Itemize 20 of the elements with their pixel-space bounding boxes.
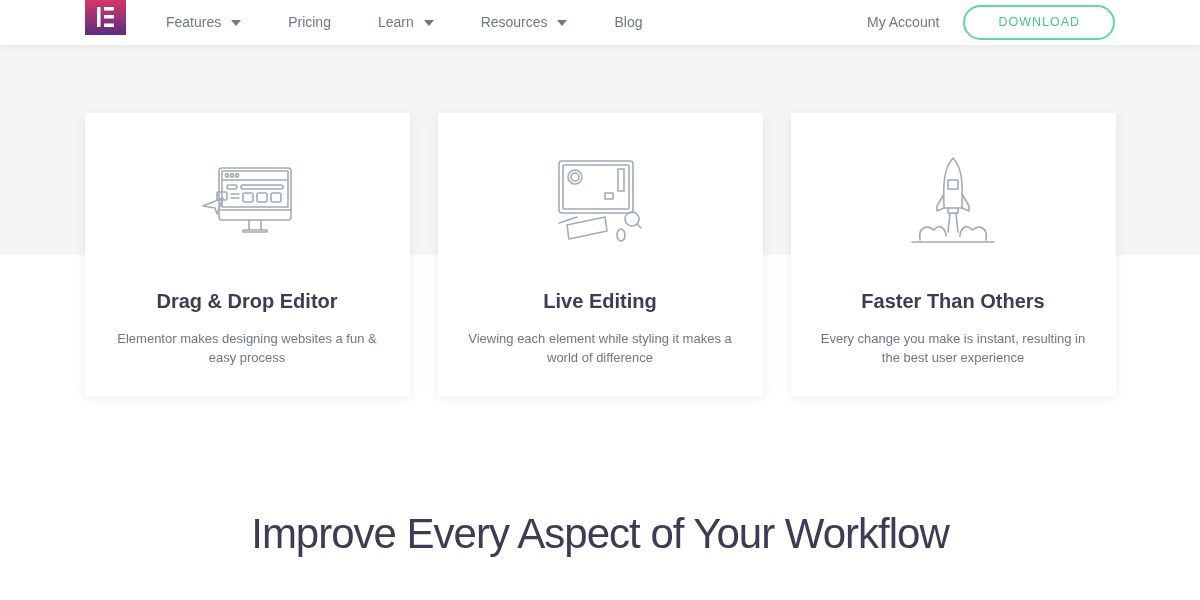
caret-icon xyxy=(231,20,242,27)
nav-link[interactable]: Learn xyxy=(377,12,434,33)
rocket-icon xyxy=(910,156,996,246)
account-link[interactable]: My Account xyxy=(867,12,940,33)
nav-link[interactable]: Blog xyxy=(614,12,643,33)
caret-icon xyxy=(423,20,434,27)
drawing-tablet-icon xyxy=(555,159,645,243)
feature-title: Drag & Drop Editor xyxy=(156,289,338,313)
feature-title: Faster Than Others xyxy=(861,289,1045,313)
logo-icon[interactable] xyxy=(85,0,126,35)
feature-description: Viewing each element while styling it makes a world of difference xyxy=(467,330,733,367)
feature-description: Every change you make is instant, resulting in the best user experience xyxy=(819,330,1087,367)
nav-link[interactable]: Features xyxy=(166,12,242,33)
section-heading: Improve Every Aspect of Your Workflow xyxy=(251,509,949,559)
caret-icon xyxy=(557,20,568,27)
feature-title: Live Editing xyxy=(543,289,657,313)
feature-description: Elementor makes designing websites a fun & easy process xyxy=(116,330,378,367)
nav-link[interactable]: Resources xyxy=(480,12,568,33)
nav-link[interactable]: Pricing xyxy=(288,12,331,33)
monitor-icon xyxy=(201,166,293,236)
